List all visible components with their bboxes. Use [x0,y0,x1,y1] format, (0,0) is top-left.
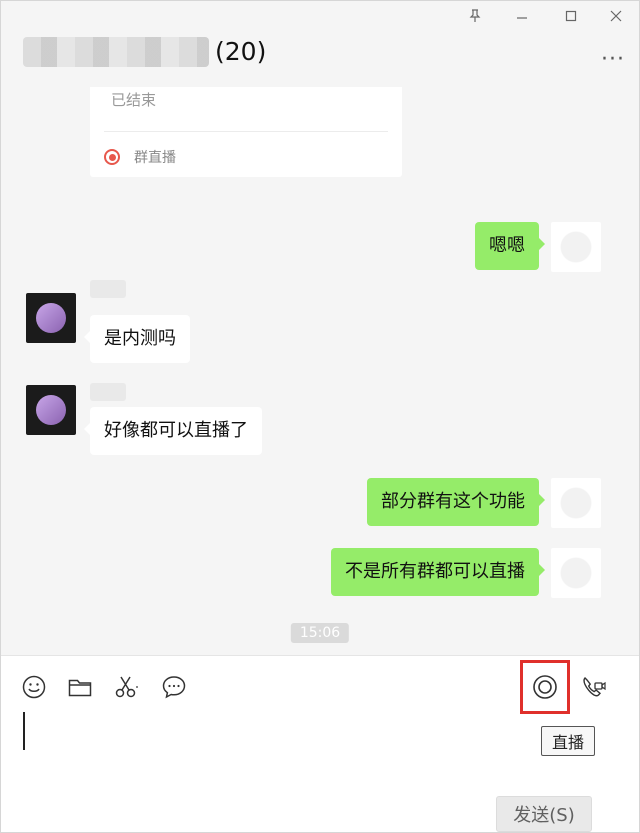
chat-window: (20) ··· 已结束 群直播 嗯嗯 是内测吗 好像都可以直播了 部分群有这个… [0,0,640,833]
title-bar: (20) ··· [1,1,639,87]
emoji-icon[interactable] [21,674,47,700]
live-stream-card[interactable]: 已结束 群直播 [90,87,402,177]
send-button[interactable]: 发送(S) [496,796,592,832]
composer: 直播 发送(S) [1,655,639,832]
close-icon[interactable] [605,9,627,27]
message-bubble[interactable]: 好像都可以直播了 [84,407,262,455]
message-list[interactable]: 已结束 群直播 嗯嗯 是内测吗 好像都可以直播了 部分群有这个功能 不是所有群都… [1,87,639,655]
live-card-footer: 群直播 [104,147,176,167]
scissors-icon[interactable] [113,674,139,700]
text-input-caret[interactable] [23,712,25,750]
message-bubble[interactable]: 嗯嗯 [475,222,545,270]
maximize-icon[interactable] [560,9,582,27]
avatar[interactable] [26,385,76,435]
chat-bubble-icon[interactable] [161,674,187,700]
live-dot-icon [104,149,120,165]
avatar[interactable] [551,478,601,528]
avatar[interactable] [551,222,601,272]
timestamp: 15:06 [290,623,350,643]
group-name-blurred [23,37,209,67]
live-stream-button[interactable] [520,660,570,714]
card-divider [104,131,388,132]
avatar[interactable] [551,548,601,598]
sender-name-blurred [90,383,126,401]
live-label: 群直播 [134,150,176,166]
video-call-icon[interactable] [581,674,607,700]
more-options-icon[interactable]: ··· [601,47,625,72]
message-bubble[interactable]: 是内测吗 [84,315,190,363]
minimize-icon[interactable] [511,9,533,27]
member-count: (20) [215,37,267,66]
live-status: 已结束 [111,91,157,109]
message-bubble[interactable]: 部分群有这个功能 [367,478,545,526]
live-tooltip: 直播 [541,726,595,756]
message-bubble[interactable]: 不是所有群都可以直播 [331,548,545,596]
folder-icon[interactable] [67,674,93,700]
live-stream-icon [531,673,559,701]
pin-icon[interactable] [464,9,486,27]
avatar[interactable] [26,293,76,343]
sender-name-blurred [90,280,126,298]
